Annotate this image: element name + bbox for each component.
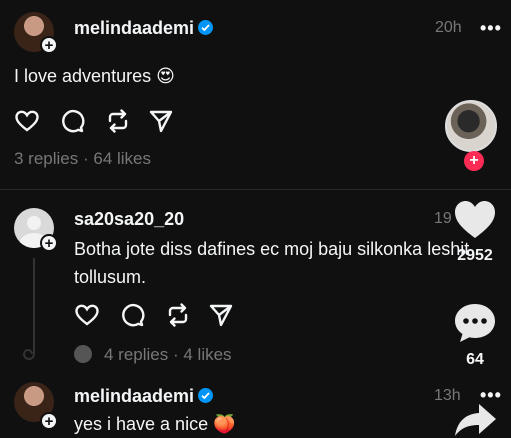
follow-plus-badge-icon[interactable]: +	[464, 151, 484, 171]
follow-plus-icon[interactable]: +	[40, 36, 58, 54]
creator-avatar[interactable]	[445, 100, 497, 152]
replier-avatar-mini	[74, 345, 92, 363]
post-header: melindaademi	[74, 18, 214, 39]
reply-text-line: tollusum.	[74, 267, 147, 287]
peach-emoji: 🍑	[213, 414, 236, 434]
comment-icon[interactable]	[119, 302, 145, 328]
share-send-icon[interactable]	[148, 108, 174, 134]
post-time: 20h	[435, 19, 462, 36]
side-comment-count: 64	[466, 351, 484, 368]
repost-icon[interactable]	[105, 108, 131, 134]
side-comment-icon[interactable]	[452, 300, 498, 346]
post-stats[interactable]: 3 replies · 64 likes	[14, 149, 151, 169]
more-options-icon[interactable]: •••	[480, 18, 502, 39]
verified-badge-icon	[198, 388, 214, 403]
post-text: I love adventures 😍	[14, 62, 175, 90]
repost-icon[interactable]	[165, 302, 191, 328]
comment-icon[interactable]	[59, 108, 85, 134]
post-text-content: I love adventures	[14, 66, 152, 86]
reply2-username[interactable]: melindaademi	[74, 386, 194, 406]
thread-curl	[22, 343, 35, 360]
like-heart-icon[interactable]	[74, 302, 100, 328]
verified-badge-icon	[198, 20, 214, 35]
reply-text-line: Botha jote diss dafines ec moj baju silk…	[74, 239, 470, 259]
side-share-arrow-icon[interactable]	[452, 402, 498, 437]
reply-text: Botha jote diss dafines ec moj baju silk…	[74, 235, 494, 291]
reply2-text: yes i have a nice 🍑	[74, 410, 236, 438]
reply-username[interactable]: sa20sa20_20	[74, 209, 184, 230]
follow-plus-icon[interactable]: +	[40, 412, 58, 430]
side-like-count: 2952	[457, 247, 493, 264]
thread-line	[33, 258, 35, 350]
reply2-header: melindaademi	[74, 386, 214, 407]
heart-eyes-emoji: 😍	[156, 66, 175, 86]
reply-stats[interactable]: 4 replies · 4 likes	[104, 345, 232, 365]
divider	[0, 189, 511, 190]
reply-time: 19	[434, 210, 452, 227]
username[interactable]: melindaademi	[74, 18, 194, 38]
reply2-text-content: yes i have a nice	[74, 414, 209, 434]
like-heart-icon[interactable]	[14, 108, 40, 134]
follow-plus-icon[interactable]: +	[40, 234, 58, 252]
share-send-icon[interactable]	[208, 302, 234, 328]
side-like-heart-icon[interactable]	[452, 196, 498, 242]
